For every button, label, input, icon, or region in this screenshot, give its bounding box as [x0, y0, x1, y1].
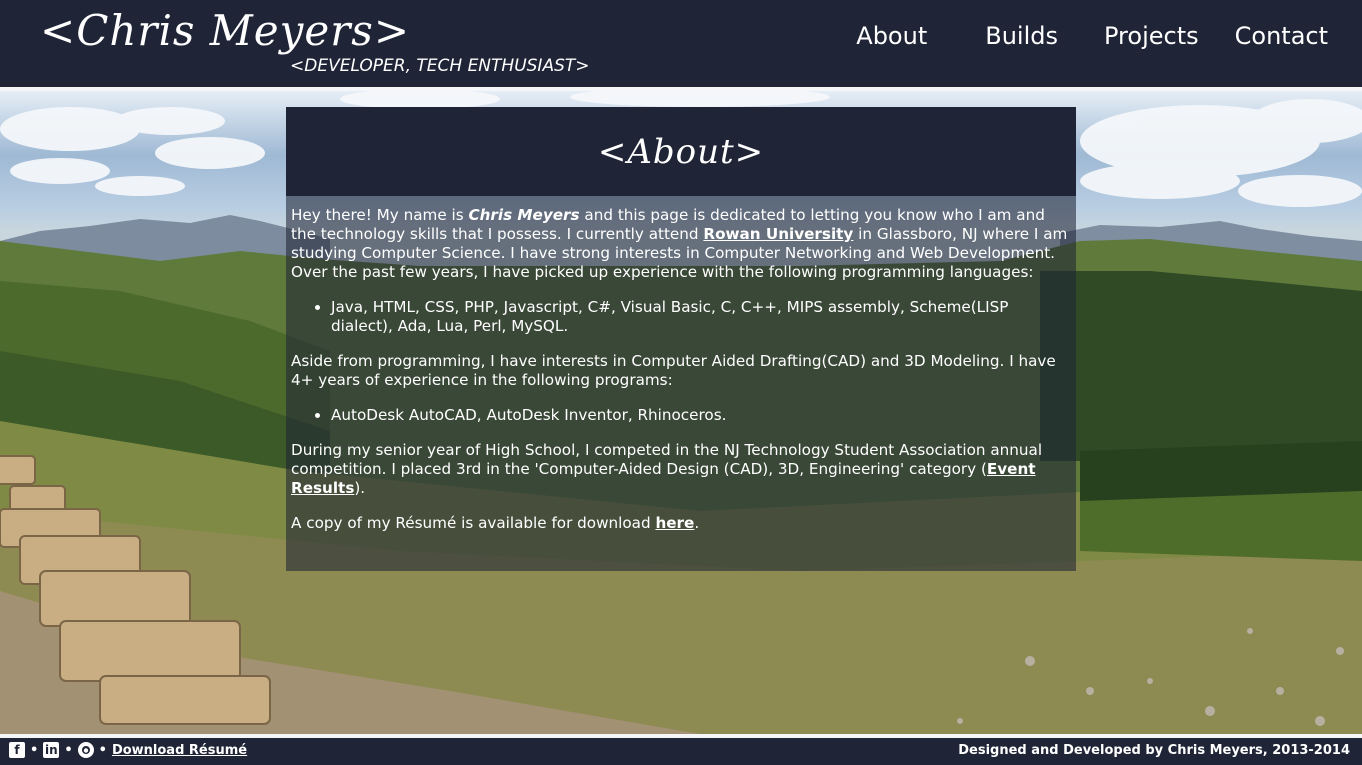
about-body: Hey there! My name is Chris Meyers and t… — [286, 196, 1076, 533]
nav-contact[interactable]: Contact — [1199, 22, 1328, 50]
tsa-paragraph: During my senior year of High School, I … — [291, 441, 1071, 498]
facebook-icon[interactable]: f — [9, 742, 25, 758]
footer-credit: Designed and Developed by Chris Meyers, … — [958, 743, 1350, 758]
github-icon[interactable] — [77, 742, 94, 758]
about-panel-header: <About> — [286, 107, 1076, 196]
site-logo[interactable]: <Chris Meyers> — [40, 6, 410, 55]
nav-builds[interactable]: Builds — [927, 22, 1058, 50]
resume-here-link[interactable]: here — [655, 514, 694, 532]
linkedin-icon[interactable]: in — [43, 742, 60, 758]
separator-dot: • — [64, 742, 73, 758]
main-nav: About Builds Projects Contact — [856, 22, 1328, 50]
resume-text-end: . — [694, 514, 700, 532]
site-footer: f • in • • Download Résumé Designed and … — [0, 738, 1362, 765]
site-tagline: <DEVELOPER, TECH ENTHUSIAST> — [290, 56, 590, 76]
languages-list: Java, HTML, CSS, PHP, Javascript, C#, Vi… — [291, 298, 1071, 336]
cad-programs-list: AutoDesk AutoCAD, AutoDesk Inventor, Rhi… — [291, 406, 1071, 425]
intro-text-1: Hey there! My name is — [291, 206, 469, 224]
about-panel: <About> Hey there! My name is Chris Meye… — [286, 107, 1076, 571]
about-title: <About> — [597, 131, 765, 172]
tsa-text: During my senior year of High School, I … — [291, 441, 1043, 478]
github-cat-glyph — [81, 746, 90, 754]
rowan-university-link[interactable]: Rowan University — [703, 225, 853, 243]
cad-programs-item: AutoDesk AutoCAD, AutoDesk Inventor, Rhi… — [331, 406, 1071, 425]
separator-dot: • — [30, 742, 39, 758]
languages-item: Java, HTML, CSS, PHP, Javascript, C#, Vi… — [331, 298, 1071, 336]
author-name: Chris Meyers — [468, 206, 580, 224]
download-resume-link[interactable]: Download Résumé — [112, 743, 247, 758]
nav-projects[interactable]: Projects — [1058, 22, 1199, 50]
nav-about[interactable]: About — [856, 22, 927, 50]
resume-paragraph: A copy of my Résumé is available for dow… — [291, 514, 1071, 533]
separator-dot: • — [98, 742, 107, 758]
cad-paragraph: Aside from programming, I have interests… — [291, 352, 1056, 389]
site-header: <Chris Meyers> <DEVELOPER, TECH ENTHUSIA… — [0, 0, 1362, 87]
resume-text: A copy of my Résumé is available for dow… — [291, 514, 656, 532]
tsa-text-end: ). — [354, 479, 366, 497]
footer-links: f • in • • Download Résumé — [9, 742, 247, 758]
intro-paragraph: Hey there! My name is Chris Meyers and t… — [291, 206, 1071, 282]
